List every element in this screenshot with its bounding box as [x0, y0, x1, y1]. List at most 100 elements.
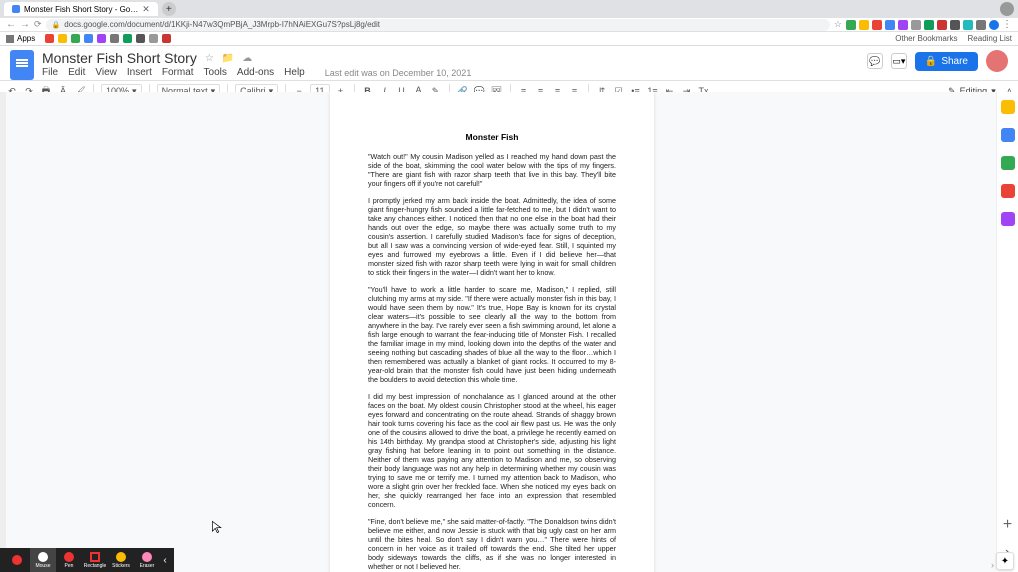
reading-list-button[interactable]: Reading List	[968, 34, 1012, 43]
anno-label: Stickers	[112, 563, 130, 569]
anno-eraser[interactable]: Eraser	[134, 548, 160, 572]
paragraph[interactable]: I promptly jerked my arm back inside the…	[368, 196, 616, 277]
keep-icon[interactable]	[1001, 128, 1015, 142]
move-icon[interactable]: 📁	[222, 53, 234, 64]
ext-icon[interactable]	[950, 20, 960, 30]
share-button[interactable]: 🔒 Share	[915, 52, 978, 71]
menu-dots-icon[interactable]: ⋮	[1002, 20, 1012, 30]
bookmark-icon[interactable]	[58, 34, 67, 43]
anno-stickers[interactable]: Stickers	[108, 548, 134, 572]
cloud-status-icon[interactable]: ☁	[242, 53, 252, 64]
paragraph[interactable]: "Fine, don't believe me," she said matte…	[368, 517, 616, 571]
menu-insert[interactable]: Insert	[127, 67, 152, 78]
anno-label: Pen	[65, 563, 74, 569]
star-icon[interactable]: ☆	[205, 53, 214, 64]
anno-rectangle[interactable]: Rectangle	[82, 548, 108, 572]
ext-icon[interactable]	[898, 20, 908, 30]
document-title[interactable]: Monster Fish Short Story	[42, 50, 197, 66]
menu-tools[interactable]: Tools	[204, 67, 227, 78]
scroll-right-icon[interactable]: ›	[991, 560, 994, 570]
ext-icon[interactable]	[963, 20, 973, 30]
ext-icon[interactable]	[846, 20, 856, 30]
apps-grid-icon	[6, 35, 14, 43]
anno-pen[interactable]: Pen	[56, 548, 82, 572]
mouse-icon	[38, 552, 48, 562]
apps-button[interactable]: Apps	[6, 34, 35, 43]
eraser-icon	[142, 552, 152, 562]
document-canvas[interactable]: Monster Fish "Watch out!" My cousin Madi…	[0, 92, 996, 572]
docs-favicon	[12, 5, 20, 13]
anno-label: Eraser	[140, 563, 155, 569]
side-panel: + ›	[996, 92, 1018, 558]
menu-addons[interactable]: Add-ons	[237, 67, 274, 78]
ext-icon[interactable]	[859, 20, 869, 30]
add-addon-icon[interactable]: +	[1001, 516, 1015, 530]
forward-icon[interactable]: →	[20, 19, 30, 30]
menu-view[interactable]: View	[95, 67, 117, 78]
contacts-icon[interactable]	[1001, 184, 1015, 198]
bookmark-icon[interactable]	[136, 34, 145, 43]
new-tab-button[interactable]: +	[162, 2, 176, 16]
menu-bar: File Edit View Insert Format Tools Add-o…	[42, 67, 471, 78]
calendar-icon[interactable]	[1001, 100, 1015, 114]
browser-tab[interactable]: Monster Fish Short Story - Go… ✕	[4, 2, 158, 16]
anno-mouse[interactable]: Mouse	[30, 548, 56, 572]
address-bar-row: ← → ⟳ 🔒 docs.google.com/document/d/1KKji…	[0, 18, 1018, 32]
bookmark-icon[interactable]	[45, 34, 54, 43]
ext-icon[interactable]	[924, 20, 934, 30]
lock-icon: 🔒	[52, 21, 61, 29]
maps-icon[interactable]	[1001, 212, 1015, 226]
menu-edit[interactable]: Edit	[68, 67, 85, 78]
refresh-icon[interactable]: ⟳	[34, 19, 42, 30]
lock-icon: 🔒	[925, 56, 937, 67]
window-control-icon[interactable]	[1000, 2, 1014, 16]
record-icon	[12, 555, 22, 565]
menu-help[interactable]: Help	[284, 67, 305, 78]
tab-title: Monster Fish Short Story - Go…	[24, 5, 138, 14]
bookmark-icon[interactable]	[110, 34, 119, 43]
bookmark-icon[interactable]	[149, 34, 158, 43]
bookmark-star-icon[interactable]: ☆	[834, 19, 842, 30]
apps-label: Apps	[17, 34, 35, 43]
present-icon[interactable]: ▭▾	[891, 53, 907, 69]
explore-button[interactable]: ✦	[996, 552, 1014, 570]
paragraph[interactable]: I did my best impression of nonchalance …	[368, 392, 616, 509]
tasks-icon[interactable]	[1001, 156, 1015, 170]
ext-icon[interactable]	[911, 20, 921, 30]
sticker-icon	[116, 552, 126, 562]
annotation-toolbar: Mouse Pen Rectangle Stickers Eraser ‹	[0, 548, 174, 572]
menu-format[interactable]: Format	[162, 67, 194, 78]
bookmark-icon[interactable]	[123, 34, 132, 43]
profile-icon[interactable]	[989, 20, 999, 30]
ext-icon[interactable]	[885, 20, 895, 30]
paragraph[interactable]: "Watch out!" My cousin Madison yelled as…	[368, 152, 616, 188]
pen-icon	[64, 552, 74, 562]
bookmark-icon[interactable]	[97, 34, 106, 43]
tab-close-icon[interactable]: ✕	[142, 4, 150, 15]
share-label: Share	[941, 56, 968, 67]
extension-icons: ⋮	[846, 20, 1012, 30]
paragraph[interactable]: "You'll have to work a little harder to …	[368, 285, 616, 384]
docs-logo-icon[interactable]	[10, 50, 34, 80]
mouse-cursor-icon	[211, 520, 225, 534]
rectangle-icon	[90, 552, 100, 562]
anno-collapse-icon[interactable]: ‹	[160, 555, 170, 566]
user-avatar[interactable]	[986, 50, 1008, 72]
last-edit-text[interactable]: Last edit was on December 10, 2021	[325, 68, 472, 78]
document-heading[interactable]: Monster Fish	[368, 132, 616, 142]
ext-icon[interactable]	[937, 20, 947, 30]
anno-label: Mouse	[35, 563, 50, 569]
back-icon[interactable]: ←	[6, 19, 16, 30]
menu-file[interactable]: File	[42, 67, 58, 78]
document-page[interactable]: Monster Fish "Watch out!" My cousin Madi…	[330, 92, 654, 572]
other-bookmarks-button[interactable]: Other Bookmarks	[895, 34, 957, 43]
ext-icon[interactable]	[872, 20, 882, 30]
anno-record[interactable]	[4, 548, 30, 572]
left-outline-strip[interactable]	[0, 92, 6, 548]
bookmark-icon[interactable]	[162, 34, 171, 43]
bookmark-icon[interactable]	[84, 34, 93, 43]
comment-history-icon[interactable]: 💬	[867, 53, 883, 69]
ext-icon[interactable]	[976, 20, 986, 30]
omnibox[interactable]: 🔒 docs.google.com/document/d/1KKji-N47w3…	[46, 19, 830, 31]
bookmark-icon[interactable]	[71, 34, 80, 43]
